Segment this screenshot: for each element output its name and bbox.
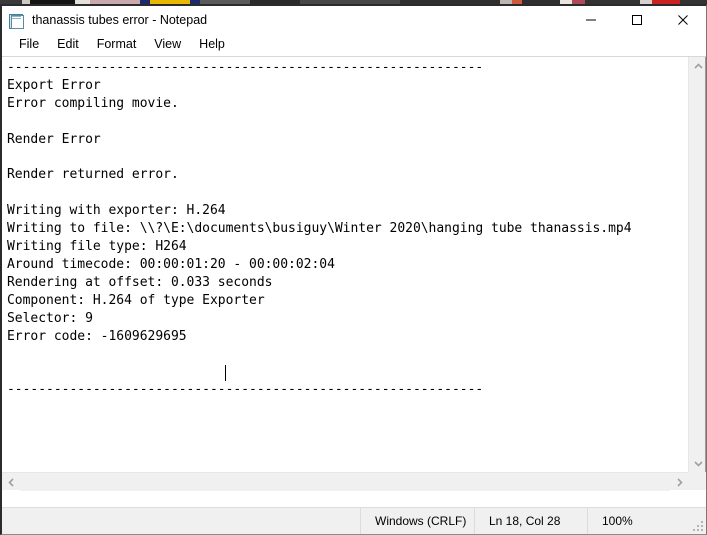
close-button[interactable] <box>660 6 706 33</box>
vertical-scrollbar-groove <box>705 57 706 472</box>
scroll-down-icon <box>693 460 703 467</box>
resize-grip[interactable] <box>691 519 703 531</box>
scroll-up-button[interactable] <box>689 57 706 75</box>
close-icon <box>678 14 688 25</box>
minimize-button[interactable] <box>568 6 614 33</box>
horizontal-scrollbar[interactable] <box>2 472 688 491</box>
maximize-icon <box>632 14 642 25</box>
horizontal-scrollbar-track[interactable] <box>20 473 670 491</box>
title-bar[interactable]: thanassis tubes error - Notepad <box>2 6 706 33</box>
scroll-right-button[interactable] <box>670 473 688 491</box>
minimize-icon <box>586 19 596 20</box>
text-caret <box>225 365 226 381</box>
notepad-icon <box>8 12 24 29</box>
scroll-left-button[interactable] <box>2 473 20 491</box>
status-encoding: Windows (CRLF) <box>360 508 474 534</box>
maximize-button[interactable] <box>614 6 660 33</box>
status-zoom-level: 100% <box>587 508 706 534</box>
text-editor[interactable]: ----------------------------------------… <box>2 57 688 472</box>
scroll-up-icon <box>693 62 703 69</box>
scrollbar-corner <box>688 472 706 490</box>
menu-item-file[interactable]: File <box>10 33 48 56</box>
menu-bar: File Edit Format View Help <box>2 33 706 56</box>
scroll-down-button[interactable] <box>689 454 706 472</box>
scroll-right-icon <box>676 477 683 487</box>
menu-item-view[interactable]: View <box>145 33 190 56</box>
status-bar: Windows (CRLF) Ln 18, Col 28 100% <box>2 507 706 534</box>
scroll-left-icon <box>7 477 14 487</box>
window-title: thanassis tubes error - Notepad <box>32 12 208 27</box>
status-spacer <box>2 508 360 534</box>
vertical-scrollbar[interactable] <box>688 57 706 472</box>
window-controls <box>568 6 706 33</box>
editor-area: ----------------------------------------… <box>2 56 706 491</box>
editor-text: ----------------------------------------… <box>7 60 632 398</box>
menu-item-edit[interactable]: Edit <box>48 33 88 56</box>
menu-item-help[interactable]: Help <box>190 33 234 56</box>
status-cursor-position: Ln 18, Col 28 <box>474 508 587 534</box>
menu-item-format[interactable]: Format <box>88 33 146 56</box>
notepad-window: thanassis tubes error - Notepad File Edi… <box>0 4 707 535</box>
